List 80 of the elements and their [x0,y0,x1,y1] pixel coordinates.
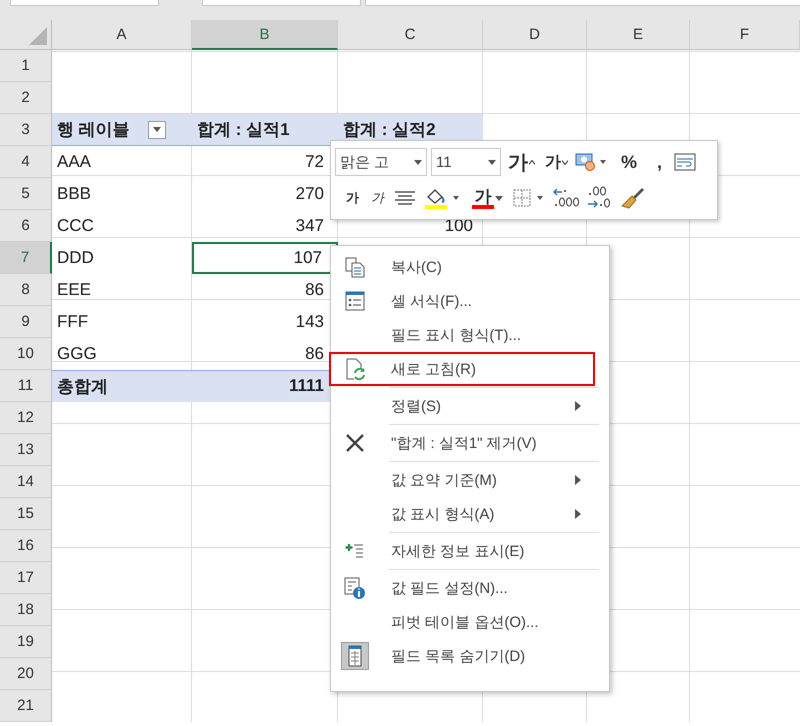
row-header[interactable]: 6 [0,210,52,242]
menu-item[interactable]: 값 표시 형식(A) [331,497,609,531]
row-header[interactable]: 12 [0,402,52,434]
row-header[interactable]: 17 [0,562,52,594]
format-button[interactable]: , [649,148,670,176]
row-header[interactable]: 4 [0,146,52,178]
row-header[interactable]: 15 [0,498,52,530]
table-cell-text: BBB [56,182,92,204]
italic-button[interactable]: 가 [368,184,387,212]
font-color-button[interactable]: 가 [469,184,506,212]
table-cell-text: 270 [294,182,325,204]
table-cell-text: 86 [304,342,325,364]
menu-item[interactable]: 필드 목록 숨기기(D) [331,639,609,673]
row-header[interactable]: 16 [0,530,52,562]
table-cell-text: FFF [56,310,90,332]
row-header[interactable]: 13 [0,434,52,466]
shrink-font-button[interactable]: 가 [542,148,571,176]
font-size-field[interactable]: 11 [431,148,501,176]
row-header[interactable]: 8 [0,274,52,306]
bold-button[interactable]: 가 [343,184,362,212]
table-cell-text: CCC [56,214,95,236]
field-settings-icon [343,576,367,600]
menu-item[interactable]: 필드 표시 형식(T)... [331,318,609,352]
row-header[interactable]: 11 [0,370,52,402]
row-header[interactable]: 18 [0,594,52,626]
table-cell-text: EEE [56,278,92,300]
row-header[interactable]: 14 [0,466,52,498]
close-icon [345,433,365,453]
table-cell: 합계 : 실적1 [192,114,338,146]
column-header[interactable]: D [483,20,587,50]
caret-icon [152,127,161,132]
format-button[interactable]: % [613,148,646,176]
table-cell-text: AAA [56,150,92,172]
row-header[interactable]: 2 [0,82,52,114]
menu-item[interactable]: 피벗 테이블 옵션(O)... [331,605,609,639]
row-header[interactable]: 1 [0,50,52,82]
copy-icon [344,256,366,278]
row-header[interactable]: 21 [0,690,52,722]
table-cell-text: 72 [304,150,325,172]
grow-font-button[interactable]: 가 [505,148,538,176]
paintbrush-icon[interactable] [620,186,646,210]
borders-icon[interactable] [512,188,546,208]
row-header[interactable]: 20 [0,658,52,690]
column-header[interactable]: A [52,20,192,50]
wrap-text-icon[interactable] [674,152,696,172]
format-cells-icon [344,290,366,312]
menu-item[interactable]: 셀 서식(F)... [331,284,609,318]
caret-icon [529,160,535,164]
formula-field[interactable] [365,0,800,6]
menu-item[interactable]: 값 요약 기준(M) [331,463,609,497]
menu-item[interactable]: "합계 : 실적1" 제거(V) [331,426,609,460]
caret-icon [495,196,503,200]
row-header[interactable]: 3 [0,114,52,146]
caret-icon [414,160,422,164]
row-header[interactable]: 9 [0,306,52,338]
table-cell-text: 행 레이블 [57,119,130,141]
filter-dropdown-button[interactable] [148,120,166,138]
table-cell-text: GGG [56,342,98,364]
column-header[interactable]: C [338,20,483,50]
row-header[interactable]: 5 [0,178,52,210]
row-header[interactable]: 7 [0,242,52,274]
row-header[interactable]: 19 [0,626,52,658]
font-name-field[interactable]: 맑은 고 [335,148,427,176]
menu-item[interactable]: 새로 고침(R) [329,352,595,386]
table-cell-text: 86 [304,278,325,300]
table-cell-text: DDD [56,246,95,268]
menu-item[interactable]: 값 필드 설정(N)... [331,571,609,605]
table-cell: 총합계 [52,370,192,402]
row-header[interactable]: 10 [0,338,52,370]
caret-icon [488,160,496,164]
column-header[interactable]: E [587,20,690,50]
accounting-format-icon[interactable] [575,151,609,173]
column-header[interactable]: F [690,20,800,50]
align-center-icon[interactable] [393,189,417,207]
column-header[interactable]: B [192,20,338,50]
menu-item[interactable]: 자세한 정보 표시(E) [331,534,609,568]
caret-icon [562,160,568,164]
table-cell-text: 143 [294,310,325,332]
table-cell-text: 347 [294,214,325,236]
refresh-icon [344,357,366,381]
